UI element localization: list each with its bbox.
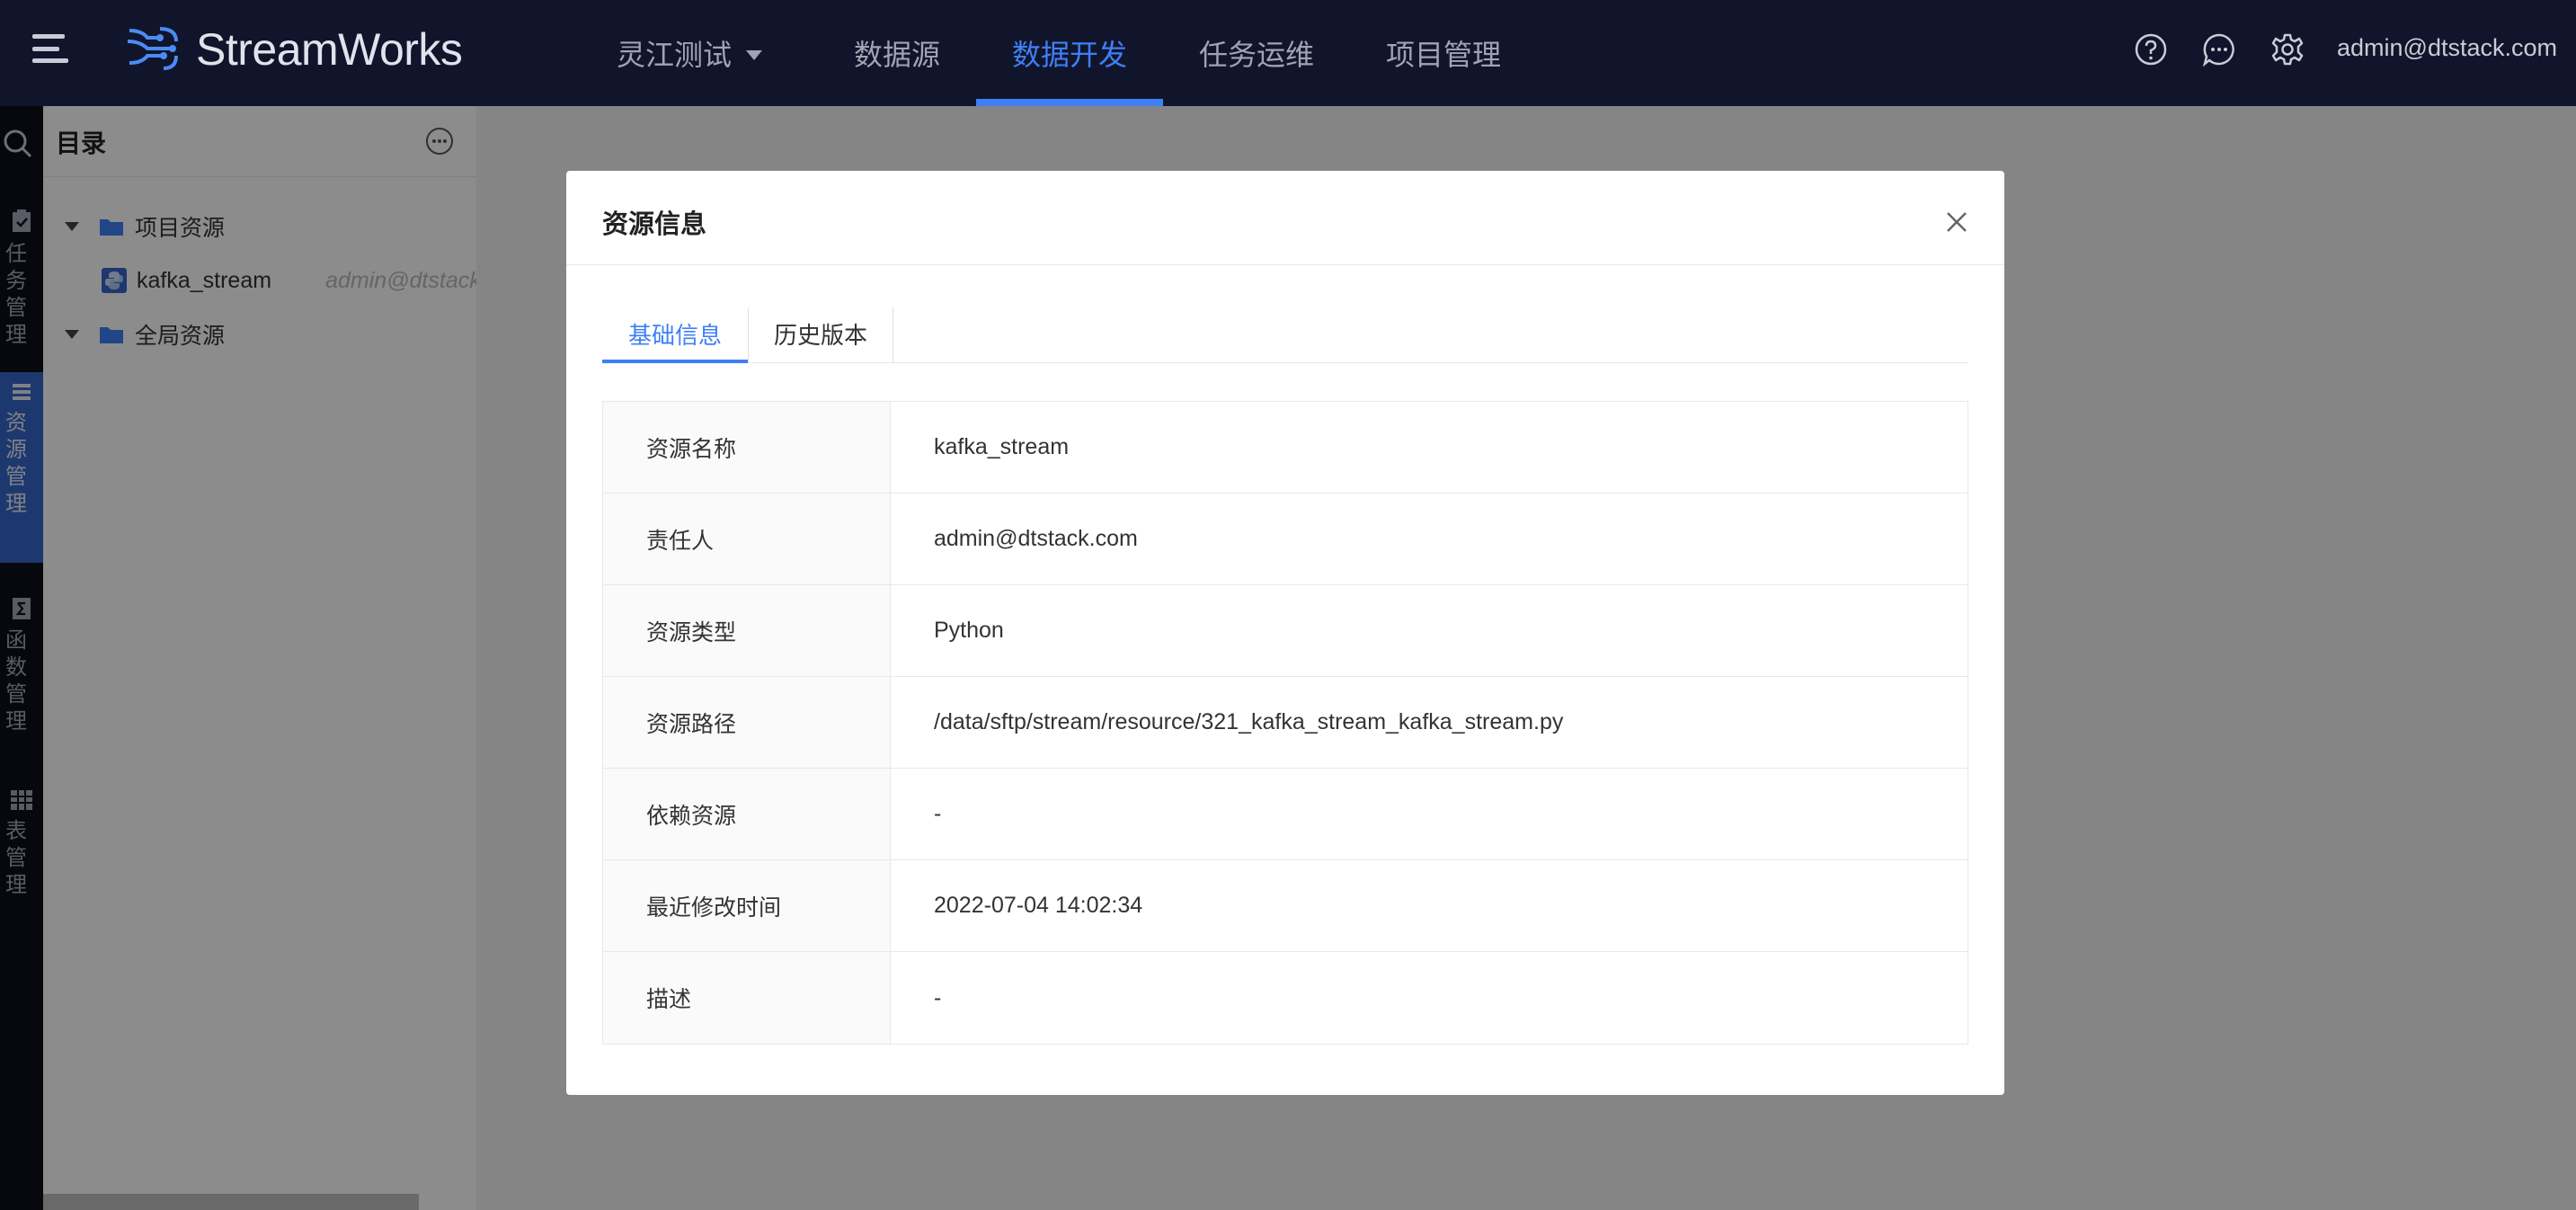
message-icon[interactable] bbox=[2202, 32, 2236, 67]
row-value: admin@dtstack.com bbox=[934, 526, 1138, 551]
modal-divider bbox=[566, 264, 2004, 265]
table-row: 描述 - bbox=[603, 952, 1968, 1044]
close-icon[interactable] bbox=[1941, 207, 1972, 237]
nav-datasource[interactable]: 数据源 bbox=[854, 32, 940, 74]
row-value: 2022-07-04 14:02:34 bbox=[934, 893, 1143, 918]
resource-info-table: 资源名称 kafka_stream 责任人 admin@dtstack.com … bbox=[602, 401, 1968, 1045]
table-row: 资源类型 Python bbox=[603, 585, 1968, 677]
row-label: 依赖资源 bbox=[603, 769, 891, 859]
tab-history-versions[interactable]: 历史版本 bbox=[748, 307, 893, 363]
row-label: 资源类型 bbox=[603, 585, 891, 676]
row-label: 责任人 bbox=[603, 494, 891, 584]
nav-task-ops[interactable]: 任务运维 bbox=[1199, 32, 1314, 74]
row-value: - bbox=[934, 801, 942, 826]
row-label: 资源名称 bbox=[603, 402, 891, 493]
row-label: 描述 bbox=[603, 952, 891, 1044]
table-row: 资源路径 /data/sftp/stream/resource/321_kafk… bbox=[603, 677, 1968, 769]
help-icon[interactable] bbox=[2134, 32, 2168, 67]
resource-info-modal: 资源信息 基础信息 历史版本 资源名称 kafka_stream 责任人 adm… bbox=[566, 171, 2004, 1095]
table-row: 最近修改时间 2022-07-04 14:02:34 bbox=[603, 860, 1968, 952]
caret-down-icon bbox=[746, 50, 763, 61]
modal-title: 资源信息 bbox=[602, 210, 707, 239]
tab-basic-info[interactable]: 基础信息 bbox=[602, 307, 748, 363]
streamworks-logo-icon bbox=[127, 27, 178, 70]
user-account[interactable]: admin@dtstack.com bbox=[2337, 34, 2557, 62]
menu-icon[interactable] bbox=[32, 34, 68, 63]
row-value: kafka_stream bbox=[934, 434, 1070, 459]
app-name: StreamWorks bbox=[196, 24, 463, 75]
top-header: StreamWorks 灵江测试 数据源 数据开发 任务运维 项目管理 admi… bbox=[0, 0, 2576, 106]
row-value: Python bbox=[934, 618, 1004, 643]
table-row: 资源名称 kafka_stream bbox=[603, 402, 1968, 494]
settings-icon[interactable] bbox=[2270, 32, 2305, 67]
table-row: 依赖资源 - bbox=[603, 769, 1968, 860]
active-nav-indicator bbox=[976, 99, 1163, 106]
project-selector[interactable]: 灵江测试 bbox=[617, 32, 763, 74]
row-label: 资源路径 bbox=[603, 677, 891, 768]
modal-tabs: 基础信息 历史版本 bbox=[602, 307, 1968, 363]
row-value: /data/sftp/stream/resource/321_kafka_str… bbox=[934, 709, 1564, 734]
nav-data-development[interactable]: 数据开发 bbox=[1012, 32, 1127, 74]
nav-project-management[interactable]: 项目管理 bbox=[1386, 32, 1501, 74]
project-selector-label: 灵江测试 bbox=[617, 39, 733, 71]
table-row: 责任人 admin@dtstack.com bbox=[603, 494, 1968, 585]
row-value: - bbox=[934, 984, 942, 1010]
row-label: 最近修改时间 bbox=[603, 860, 891, 951]
